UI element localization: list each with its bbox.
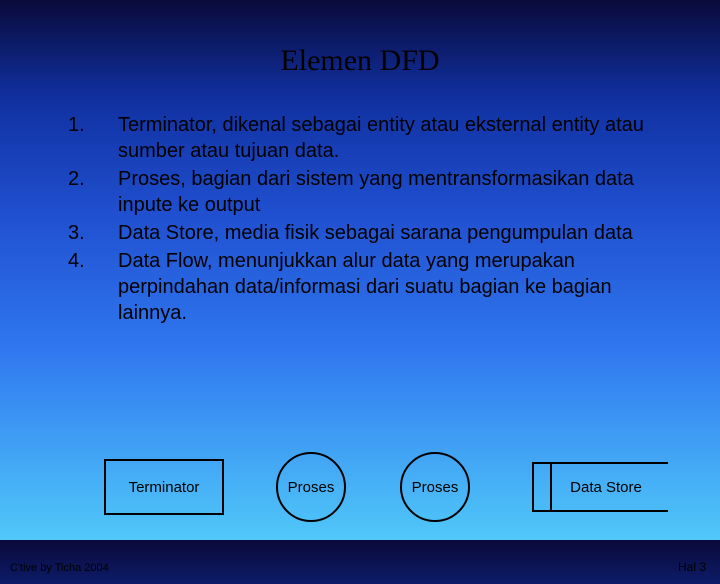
list-text: Data Flow, menunjukkan alur data yang me… [118, 248, 652, 326]
slide-title: Elemen DFD [0, 44, 720, 78]
process-shape: Proses [400, 452, 470, 522]
list-text: Terminator, dikenal sebagai entity atau … [118, 112, 652, 164]
process-label: Proses [412, 479, 459, 496]
list-item: 2. Proses, bagian dari sistem yang mentr… [68, 166, 652, 218]
terminator-label: Terminator [129, 479, 200, 496]
terminator-shape: Terminator [104, 459, 224, 515]
list-number: 2. [68, 166, 118, 192]
list-number: 3. [68, 220, 118, 246]
process-shape: Proses [276, 452, 346, 522]
list-number: 1. [68, 112, 118, 138]
list-item: 4. Data Flow, menunjukkan alur data yang… [68, 248, 652, 326]
numbered-list: 1. Terminator, dikenal sebagai entity at… [68, 112, 652, 326]
list-number: 4. [68, 248, 118, 274]
process-label: Proses [288, 479, 335, 496]
list-item: 1. Terminator, dikenal sebagai entity at… [68, 112, 652, 164]
datastore-shape: Data Store [532, 462, 668, 512]
footer-credit: C'tive by Ticha 2004 [10, 562, 109, 574]
footer-page: Hal 3 [678, 560, 706, 574]
datastore-label: Data Store [570, 479, 642, 496]
list-text: Data Store, media fisik sebagai sarana p… [118, 220, 652, 246]
list-text: Proses, bagian dari sistem yang mentrans… [118, 166, 652, 218]
shapes-row: Terminator Proses Proses Data Store [0, 452, 720, 522]
list-item: 3. Data Store, media fisik sebagai saran… [68, 220, 652, 246]
